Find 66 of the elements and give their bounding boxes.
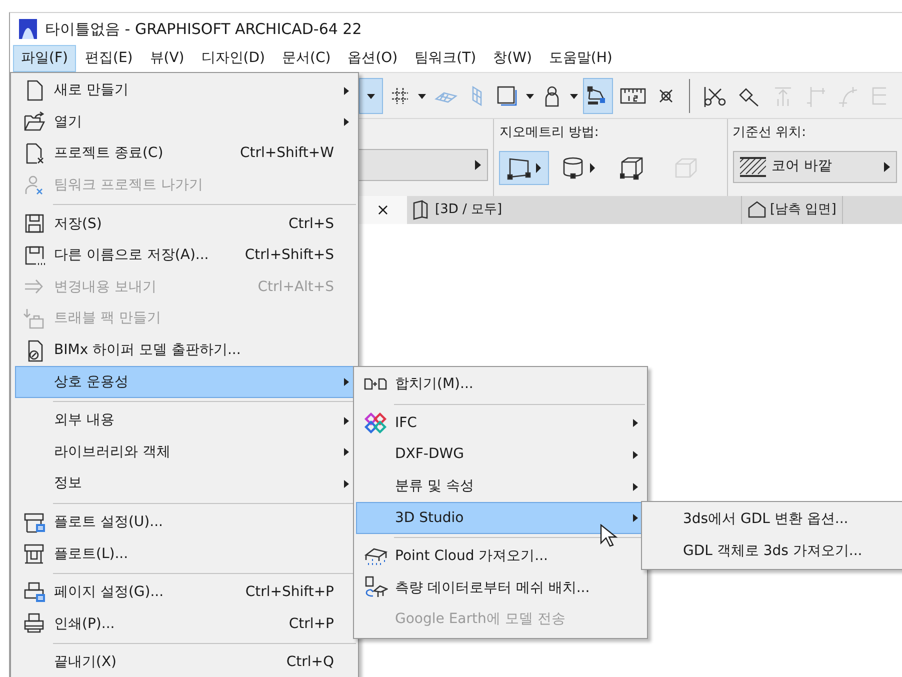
submenu-arrow-icon [344, 86, 349, 95]
box-icon [870, 84, 886, 106]
menu-item[interactable]: 3ds에서 GDL 변환 옵션... [644, 504, 902, 536]
menu-item[interactable]: 옵션(O) [340, 45, 406, 72]
menu-item[interactable]: 측량 데이터로부터 메쉬 배치... [356, 572, 645, 604]
printer-icon [23, 580, 47, 605]
submenu-arrow-icon [633, 419, 638, 428]
menu-item[interactable]: GDL 객체로 3ds 가져오기... [644, 536, 902, 568]
house-icon [748, 200, 766, 220]
menu-item[interactable]: 열기 [15, 106, 356, 138]
window-title: 타이틀없음 - GRAPHISOFT ARCHICAD-64 22 [45, 18, 362, 40]
menu-item[interactable]: 페이지 설정(G)... Ctrl+Shift+P [15, 576, 356, 608]
cursor-icon [600, 524, 618, 548]
caret-icon [536, 162, 542, 172]
box-wall-icon [620, 156, 644, 180]
menu-item[interactable]: DXF-DWG [356, 439, 645, 471]
hatch-icon [740, 156, 766, 176]
menu-item[interactable]: 도움말(H) [540, 45, 620, 72]
scissors-icon [703, 84, 727, 106]
caret-icon [475, 160, 482, 170]
menu-item[interactable]: 뷰(V) [142, 45, 192, 72]
menu-item[interactable]: 플로트(L)... [15, 538, 356, 570]
menu-item[interactable]: 끝내기(X) Ctrl+Q [15, 647, 356, 677]
menu-item[interactable]: 상호 운용성 [15, 366, 356, 398]
corner-icon [805, 84, 827, 106]
submenu-arrow-icon [633, 450, 638, 459]
straight-wall-icon [507, 156, 532, 180]
menu-item[interactable]: 인쇄(P)... Ctrl+P [15, 608, 356, 640]
toolbar-button[interactable] [583, 78, 613, 114]
curved-wall-icon [561, 156, 586, 180]
menu-item[interactable]: 플로트 설정(U)... [15, 506, 356, 538]
floppy-icon [23, 244, 47, 268]
submenu-arrow-icon [344, 118, 349, 126]
ifc-icon [364, 411, 388, 436]
app-logo-icon [19, 19, 37, 39]
arc-icon [837, 84, 859, 106]
view-tab[interactable]: [남측 입면] [742, 196, 844, 224]
wall-icon [470, 84, 484, 106]
menu-item[interactable]: 분류 및 속성 [356, 470, 645, 502]
menu-item[interactable]: Point Cloud 가져오기... [356, 540, 645, 573]
menu-item[interactable]: 다른 이름으로 저장(A)... Ctrl+Shift+S [15, 240, 356, 272]
field-label: 기준선 위치: [732, 124, 808, 142]
grid-icon [390, 86, 410, 106]
close-button[interactable]: × [359, 196, 407, 224]
menu-item[interactable]: 디자인(D) [193, 45, 273, 72]
submenu-arrow-icon [633, 482, 638, 491]
menu-item[interactable]: BIMx 하이퍼 모델 출판하기... [15, 334, 356, 366]
caret-icon [590, 162, 596, 172]
geometry-button[interactable] [499, 150, 550, 184]
menu-item[interactable]: 편집(E) [76, 45, 141, 72]
menu-item[interactable]: 저장(S) Ctrl+S [15, 208, 356, 240]
plotter-icon [23, 510, 47, 535]
dropdown[interactable]: 코어 바깥 [732, 150, 898, 182]
view-tab[interactable]: [3D / 모두] [407, 196, 742, 224]
menu-item[interactable]: 팀워크(T) [406, 45, 484, 72]
caret-icon [884, 162, 890, 172]
toolbar-button[interactable] [359, 78, 383, 114]
square-icon [496, 84, 518, 106]
polygon-wall-icon [674, 156, 698, 180]
menu-item[interactable]: 합치기(M)... [356, 369, 645, 401]
menu-item[interactable]: 파일(F) [13, 45, 76, 72]
menu-item[interactable]: 프로젝트 종료(C) Ctrl+Shift+W [15, 138, 356, 170]
menu-item[interactable]: 문서(C) [274, 45, 339, 72]
menu-item[interactable]: IFC [356, 408, 645, 440]
menu-item[interactable]: 창(W) [485, 45, 540, 72]
field-label: 지오메트리 방법: [499, 124, 600, 142]
